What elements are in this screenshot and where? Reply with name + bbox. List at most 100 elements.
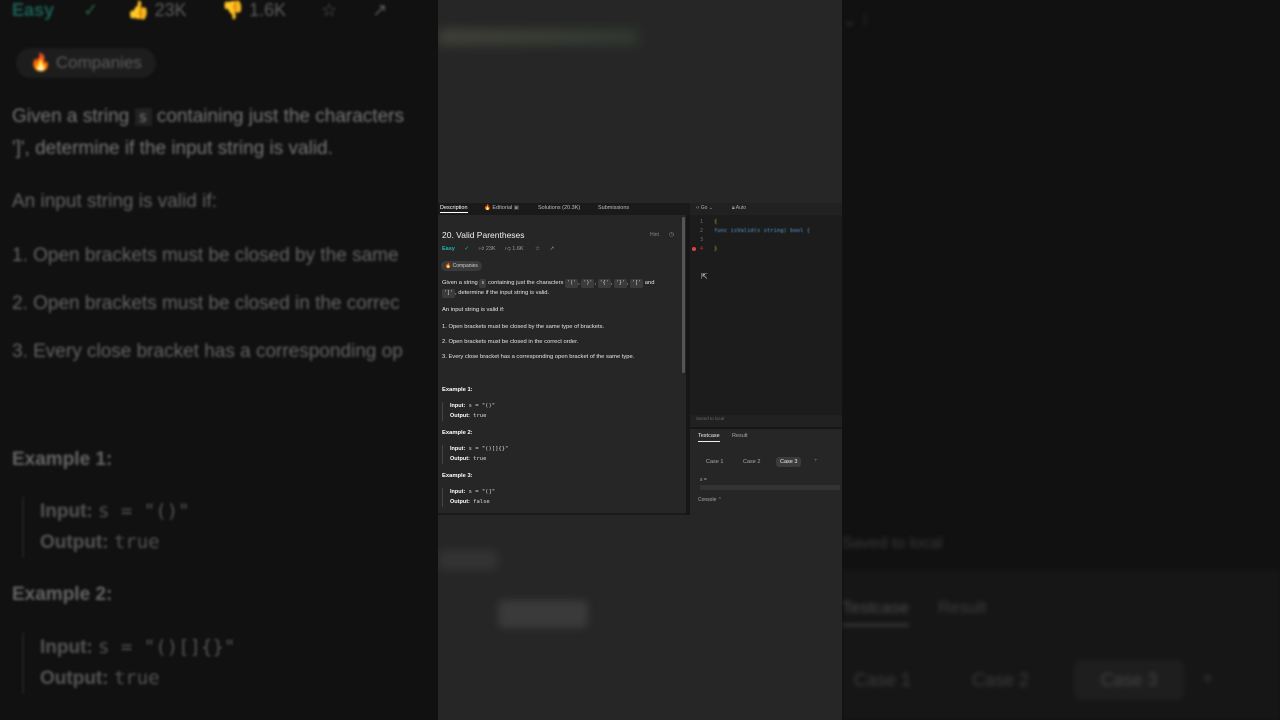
example-1-box: Input: s = "()" Output: true xyxy=(442,402,670,421)
tab-editorial[interactable]: 🔥 Editorial ▣ xyxy=(484,205,519,211)
companies-chip[interactable]: 🔥 Companies xyxy=(441,261,482,271)
valid-if-text: An input string is valid if: xyxy=(442,307,505,313)
thumb-up-icon: 👍︎ xyxy=(478,246,485,252)
case-3-tab[interactable]: Case 3 xyxy=(776,457,802,467)
thumb-down-icon: 👎︎ xyxy=(505,246,511,252)
bg-var: s xyxy=(134,108,152,126)
bg-likes: 23K xyxy=(154,0,187,20)
bg-top-icons: ⌄ ⁝ xyxy=(842,10,868,30)
output-label: Output: xyxy=(450,498,470,505)
bg-saved-label: Saved to local xyxy=(842,535,943,552)
tab-submissions[interactable]: Submissions xyxy=(598,205,629,211)
char-open-brace: '{' xyxy=(597,279,611,288)
bg-rule-1: 1. Open brackets must be closed by the s… xyxy=(12,245,399,266)
timer-icon[interactable]: ◷ xyxy=(669,231,674,238)
bg-desc2: containing just the characters xyxy=(156,106,404,127)
code-area[interactable]: 1 2 3 4 { func isValid(s string) bool { … xyxy=(690,215,842,415)
bg-case-2: Case 2 xyxy=(972,670,1030,690)
mode-toggle[interactable]: 🔒︎ Auto xyxy=(732,205,746,211)
bg-plus-icon: + xyxy=(1202,668,1214,690)
example-2-label: Example 2: xyxy=(442,430,473,436)
bg-output-label-2: Output: xyxy=(40,668,109,689)
mouse-cursor-icon: ⇱ xyxy=(701,272,708,281)
bg-fire-icon: 🔥 xyxy=(30,53,52,72)
bg-thumb-up-icon: 👍 xyxy=(127,0,150,20)
saved-status: Saved to local xyxy=(696,416,725,421)
hint-button[interactable]: Hint xyxy=(650,232,659,238)
bg-testcase-panel xyxy=(842,570,1280,720)
mode-label: Auto xyxy=(735,205,747,211)
var-label: s = xyxy=(700,477,707,483)
example-2-input: s = "()[]{}" xyxy=(468,446,509,452)
bg-ex2-input: s = "()[]{}" xyxy=(98,636,236,658)
like-button[interactable]: 👍︎ 23K xyxy=(479,246,496,252)
example-2-output: true xyxy=(473,455,487,462)
bg-check-icon: ✓ xyxy=(83,0,99,20)
bg-example-2: Example 2: xyxy=(12,584,113,605)
code-line-1: { xyxy=(714,219,718,225)
description-line-2: ']', determine if the input string is va… xyxy=(442,289,549,298)
input-label: Input: xyxy=(450,403,466,409)
dislike-button[interactable]: 👎︎ 1.6K xyxy=(505,246,523,252)
leetcode-workspace: Description 🔥 Editorial ▣ Solutions (20.… xyxy=(438,203,842,515)
output-label: Output: xyxy=(450,412,470,419)
case-1-tab[interactable]: Case 1 xyxy=(702,457,727,467)
bg-input-label: Input: xyxy=(40,501,93,522)
difficulty-badge: Easy xyxy=(442,246,455,252)
bg-companies-chip: 🔥 Companies xyxy=(16,48,156,78)
background-zoom-left: Easy ✓ 👍 23K 👎 1.6K ☆ ↗ 🔥 Companies Give… xyxy=(0,0,438,720)
example-3-box: Input: s = "(]" Output: false xyxy=(442,488,670,507)
horizontal-divider[interactable] xyxy=(688,427,842,429)
problem-meta: Easy ✓ 👍︎ 23K 👎︎ 1.6K ☆ ↗ xyxy=(442,246,554,252)
testcase-input[interactable] xyxy=(700,485,840,490)
input-label: Input: xyxy=(450,446,466,452)
console-toggle[interactable]: Console ⌃ xyxy=(698,497,722,503)
description-scrollbar[interactable] xyxy=(682,217,685,373)
rule-3: 3. Every close bracket has a correspondi… xyxy=(442,354,635,360)
language-selector[interactable]: ‹› Go ⌄ xyxy=(696,205,713,211)
language-label: Go xyxy=(700,205,708,211)
desc-mid: containing just the characters xyxy=(488,280,564,286)
tab-testcase[interactable]: Testcase xyxy=(698,433,720,442)
top-blurred-zoom xyxy=(438,0,842,203)
bg-meta-row: Easy ✓ 👍 23K 👎 1.6K ☆ ↗ xyxy=(12,0,387,21)
bg-output-label: Output: xyxy=(40,532,109,553)
bg-desc-line2: ']', determine if the input string is va… xyxy=(12,138,333,159)
input-label: Input: xyxy=(450,489,466,495)
line-number: 3 xyxy=(700,237,704,243)
lock-icon: 🔒︎ xyxy=(732,205,735,211)
tab-description[interactable]: Description xyxy=(440,205,468,213)
desc-prefix: Given a string xyxy=(442,280,478,286)
example-1-label: Example 1: xyxy=(442,387,473,393)
star-icon[interactable]: ☆ xyxy=(535,246,540,252)
bg-easy-label: Easy xyxy=(12,0,55,20)
char-close-brace: '}' xyxy=(613,279,627,288)
case-2-tab[interactable]: Case 2 xyxy=(739,457,764,467)
char-open-paren: '(' xyxy=(565,279,579,288)
likes-count: 23K xyxy=(485,246,496,252)
add-case-icon[interactable]: + xyxy=(814,458,818,464)
bg-thumb-down-icon: 👎 xyxy=(221,0,245,20)
output-label: Output: xyxy=(450,455,470,462)
testcase-panel: Testcase Result Case 1 Case 2 Case 3 + s… xyxy=(690,429,842,515)
breakpoint-dot[interactable] xyxy=(692,247,696,251)
bg-star-icon: ☆ xyxy=(321,0,338,20)
book-icon: ▣ xyxy=(513,205,519,211)
char-close-bracket: ']' xyxy=(442,289,456,298)
description-panel: 20. Valid Parentheses Hint ◷ Easy ✓ 👍︎ 2… xyxy=(438,215,686,513)
char-close-paren: ')' xyxy=(581,279,595,288)
bg-ex2-output: true xyxy=(113,667,160,689)
background-zoom-right: Saved to local Testcase Result Case 1 Ca… xyxy=(842,0,1280,720)
code-editor-panel: ‹› Go ⌄ 🔒︎ Auto 1 2 3 4 { func isValid(s… xyxy=(690,203,842,429)
share-icon[interactable]: ↗ xyxy=(550,246,555,252)
tab-result[interactable]: Result xyxy=(732,433,748,439)
desc-var: s xyxy=(479,279,487,288)
bottom-blurred-zoom xyxy=(438,515,842,720)
code-icon: ‹› xyxy=(696,205,700,211)
desc-end: , determine if the input string is valid… xyxy=(455,290,550,296)
bg-dislikes: 1.6K xyxy=(249,0,287,20)
tab-solutions[interactable]: Solutions (20.3K) xyxy=(538,205,580,211)
bg-rule-3: 3. Every close bracket has a correspondi… xyxy=(12,341,403,362)
blurred-code-fragment xyxy=(438,30,638,44)
lock-fire-icon: 🔥 xyxy=(445,263,452,269)
